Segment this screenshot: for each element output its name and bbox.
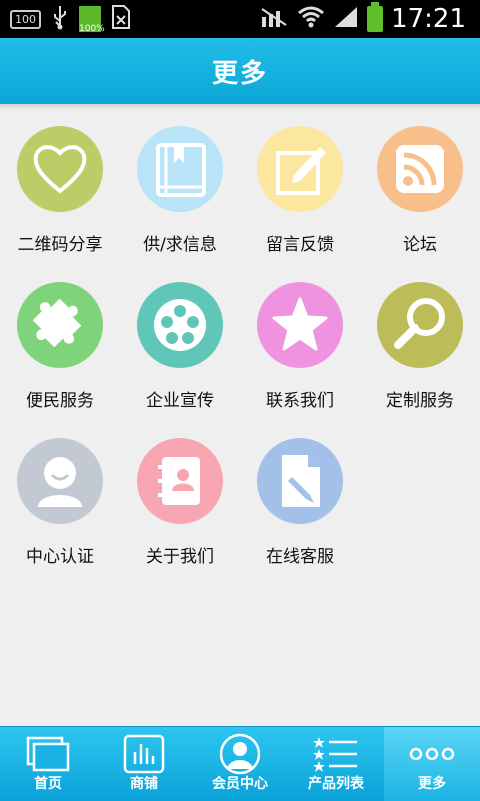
- grid-item-label: 留言反馈: [266, 235, 334, 255]
- grid-item-label: 关于我们: [146, 547, 214, 567]
- clock: 17:21: [391, 4, 466, 34]
- grid-item-label: 论坛: [403, 235, 437, 255]
- grid-item-label: 供/求信息: [143, 235, 217, 255]
- grid-item-qr-share[interactable]: 二维码分享: [0, 104, 120, 260]
- nav-home[interactable]: 首页: [0, 727, 96, 801]
- grid-item-supply-demand[interactable]: 供/求信息: [120, 104, 240, 260]
- grid-item-label: 便民服务: [26, 391, 94, 411]
- battery-full-icon: 100%: [79, 6, 105, 34]
- contact-book-icon: [137, 438, 223, 524]
- battery-icon: [367, 2, 384, 32]
- grid-item-label: 联系我们: [266, 391, 334, 411]
- wifi-icon: [297, 5, 325, 33]
- grid-item-forum[interactable]: 论坛: [360, 104, 480, 260]
- bottom-nav: 首页 商铺 会员中心 产品列表 更多: [0, 726, 480, 801]
- grid-item-contact[interactable]: 联系我们: [240, 260, 360, 416]
- edit-note-icon: [257, 126, 343, 212]
- grid-item-online-service[interactable]: 在线客服: [240, 416, 360, 572]
- star-list-icon: [288, 731, 384, 777]
- sim-card-icon: [111, 4, 131, 34]
- cell-signal-icon: [333, 5, 359, 33]
- home-screens-icon: [0, 731, 96, 777]
- grid-item-label: 二维码分享: [17, 235, 103, 255]
- star-icon: [257, 282, 343, 368]
- grid-item-label: 定制服务: [386, 391, 454, 411]
- grid-item-about-us[interactable]: 关于我们: [120, 416, 240, 572]
- magnifier-icon: [377, 282, 463, 368]
- document-edit-icon: [257, 438, 343, 524]
- status-badge: 100: [10, 9, 41, 29]
- no-signal-icon: [259, 5, 289, 33]
- page-header: 更多: [0, 38, 480, 104]
- nav-shop[interactable]: 商铺: [96, 727, 192, 801]
- user-icon: [17, 438, 103, 524]
- more-dots-icon: [384, 731, 480, 777]
- grid-item-label: 企业宣传: [146, 391, 214, 411]
- grid-item-promotion[interactable]: 企业宣传: [120, 260, 240, 416]
- book-icon: [137, 126, 223, 212]
- grid-item-label: 中心认证: [26, 547, 94, 567]
- bar-chart-icon: [96, 731, 192, 777]
- rss-icon: [377, 126, 463, 212]
- nav-member-center[interactable]: 会员中心: [192, 727, 288, 801]
- usb-icon: [51, 4, 69, 34]
- member-avatar-icon: [192, 731, 288, 777]
- grid-item-label: 在线客服: [266, 547, 334, 567]
- film-reel-icon: [137, 282, 223, 368]
- grid-item-feedback[interactable]: 留言反馈: [240, 104, 360, 260]
- page-title: 更多: [211, 58, 268, 89]
- grid-item-certification[interactable]: 中心认证: [0, 416, 120, 572]
- puzzle-icon: [17, 282, 103, 368]
- grid-item-convenience[interactable]: 便民服务: [0, 260, 120, 416]
- nav-product-list[interactable]: 产品列表: [288, 727, 384, 801]
- heart-icon: [17, 126, 103, 212]
- status-bar: 100 100% 17:21: [0, 0, 480, 38]
- grid-item-custom-service[interactable]: 定制服务: [360, 260, 480, 416]
- nav-more[interactable]: 更多: [384, 727, 480, 801]
